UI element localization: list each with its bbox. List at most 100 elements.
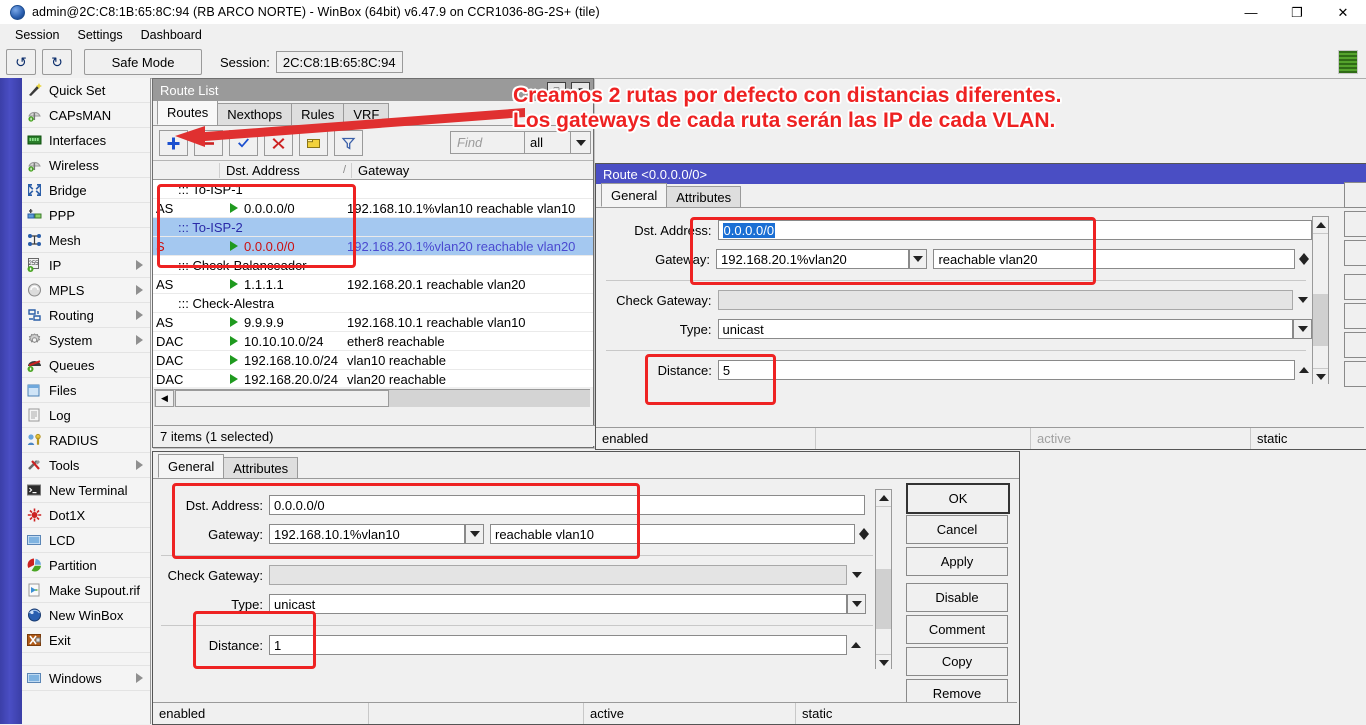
table-row[interactable]: ::: Check-Balanceador [153,256,593,275]
menu-settings[interactable]: Settings [68,26,131,44]
table-row[interactable]: DAC 192.168.20.0/24 vlan20 reachable [153,370,593,387]
restore-icon[interactable]: □ [547,82,566,99]
tab-routes[interactable]: Routes [157,100,218,125]
tab-nexthops[interactable]: Nexthops [217,103,292,125]
scrollbar-thumb[interactable] [876,569,891,629]
sidebar-item-capsman[interactable]: CAPsMAN [22,103,150,128]
tab-attributes[interactable]: Attributes [223,457,298,478]
sidebar-item-dot1x[interactable]: Dot1X [22,503,150,528]
gateway-spinner[interactable] [855,524,872,544]
scroll-up-icon[interactable] [1313,217,1328,234]
table-row[interactable]: AS 0.0.0.0/0 192.168.10.1%vlan10 reachab… [153,199,593,218]
tab-rules[interactable]: Rules [291,103,344,125]
comment-icon[interactable] [299,130,328,156]
undo-icon[interactable]: ↺ [6,49,36,75]
sidebar-item-radius[interactable]: RADIUS [22,428,150,453]
menu-dashboard[interactable]: Dashboard [132,26,211,44]
comment-button[interactable]: Comment [906,615,1008,644]
type-input[interactable]: unicast [718,319,1294,339]
sidebar-item-tools[interactable]: Tools [22,453,150,478]
column-gateway[interactable]: Gateway [351,163,593,178]
scrollbar-thumb[interactable] [1313,294,1328,346]
check-gateway-dropdown-icon[interactable] [847,565,866,585]
check-gateway-dropdown-icon[interactable] [1293,290,1312,310]
maximize-icon[interactable]: ❐ [1274,0,1320,24]
tab-vrf[interactable]: VRF [343,103,389,125]
sidebar-item-mesh[interactable]: Mesh [22,228,150,253]
sidebar-item-make-supout[interactable]: Make Supout.rif [22,578,150,603]
table-row[interactable]: DAC 192.168.10.0/24 vlan10 reachable [153,351,593,370]
scroll-left-icon[interactable]: ◀ [155,390,174,407]
dialog-vertical-scrollbar[interactable] [1312,216,1329,384]
table-row[interactable]: ::: To-ISP-1 [153,180,593,199]
cancel-button[interactable]: Cancel [906,515,1008,544]
session-value[interactable]: 2C:C8:1B:65:8C:94 [276,51,403,73]
horizontal-scrollbar[interactable]: ◀ [154,389,590,407]
type-dropdown-icon[interactable] [1293,319,1312,339]
sidebar-item-new-terminal[interactable]: New Terminal [22,478,150,503]
table-row[interactable]: AS 9.9.9.9 192.168.10.1 reachable vlan10 [153,313,593,332]
comment-button-clipped[interactable] [1344,303,1366,329]
table-row[interactable]: ::: Check-Alestra [153,294,593,313]
distance-spinner[interactable] [1295,360,1312,380]
sidebar-item-partition[interactable]: Partition [22,553,150,578]
sidebar-item-routing[interactable]: Routing [22,303,150,328]
sidebar-item-quick-set[interactable]: Quick Set [22,78,150,103]
close-icon[interactable]: ✕ [1320,0,1366,24]
scroll-down-icon[interactable] [1313,368,1328,385]
sidebar-item-ip[interactable]: 255 IP [22,253,150,278]
check-gateway-input[interactable] [269,565,847,585]
check-gateway-input[interactable] [718,290,1294,310]
dst-address-input[interactable]: 0.0.0.0/0 [718,220,1313,240]
sidebar-item-interfaces[interactable]: Interfaces [22,128,150,153]
remove-button-clipped[interactable] [1344,361,1366,387]
type-dropdown-icon[interactable] [847,594,866,614]
sidebar-item-ppp[interactable]: PPP [22,203,150,228]
distance-input[interactable]: 1 [269,635,847,655]
sidebar-item-mpls[interactable]: MPLS [22,278,150,303]
sidebar-item-wireless[interactable]: Wireless [22,153,150,178]
sidebar-item-bridge[interactable]: Bridge [22,178,150,203]
apply-button[interactable]: Apply [906,547,1008,576]
sidebar-item-windows[interactable]: Windows [22,666,150,691]
type-input[interactable]: unicast [269,594,847,614]
distance-input[interactable]: 5 [718,360,1295,380]
dst-address-input[interactable]: 0.0.0.0/0 [269,495,865,515]
scrollbar-thumb[interactable] [175,390,389,407]
sidebar-item-queues[interactable]: Queues [22,353,150,378]
remove-icon[interactable] [194,130,223,156]
chevron-down-icon[interactable] [570,131,591,154]
scroll-up-icon[interactable] [876,490,891,507]
filter-select[interactable]: all [524,131,571,154]
sidebar-item-new-winbox[interactable]: New WinBox [22,603,150,628]
search-input[interactable]: Find [450,131,530,154]
ok-button[interactable]: OK [906,483,1010,514]
tab-general[interactable]: General [601,183,667,207]
ok-button-clipped[interactable] [1344,182,1366,208]
add-icon[interactable] [159,130,188,156]
dialog-vertical-scrollbar[interactable] [875,489,892,669]
gateway-input[interactable]: 192.168.20.1%vlan20 [716,249,909,269]
disable-button[interactable]: Disable [906,583,1008,612]
close-icon[interactable]: ▾ [571,82,590,99]
sidebar-item-system[interactable]: System [22,328,150,353]
tab-attributes[interactable]: Attributes [666,186,741,207]
gateway-input[interactable]: 192.168.10.1%vlan10 [269,524,465,544]
table-row[interactable]: S 0.0.0.0/0 192.168.20.1%vlan20 reachabl… [153,237,593,256]
table-row[interactable]: ::: To-ISP-2 [153,218,593,237]
enable-icon[interactable] [229,130,258,156]
disable-icon[interactable] [264,130,293,156]
copy-button[interactable]: Copy [906,647,1008,676]
tab-general[interactable]: General [158,454,224,478]
table-row[interactable]: DAC 10.10.10.0/24 ether8 reachable [153,332,593,351]
copy-button-clipped[interactable] [1344,332,1366,358]
sidebar-item-log[interactable]: Log [22,403,150,428]
cancel-button-clipped[interactable] [1344,211,1366,237]
minimize-icon[interactable]: — [1228,0,1274,24]
distance-spinner[interactable] [847,635,864,655]
redo-icon[interactable]: ↻ [42,49,72,75]
gateway-dropdown-icon[interactable] [465,524,484,544]
table-row[interactable]: AS 1.1.1.1 192.168.20.1 reachable vlan20 [153,275,593,294]
filter-icon[interactable] [334,130,363,156]
disable-button-clipped[interactable] [1344,274,1366,300]
